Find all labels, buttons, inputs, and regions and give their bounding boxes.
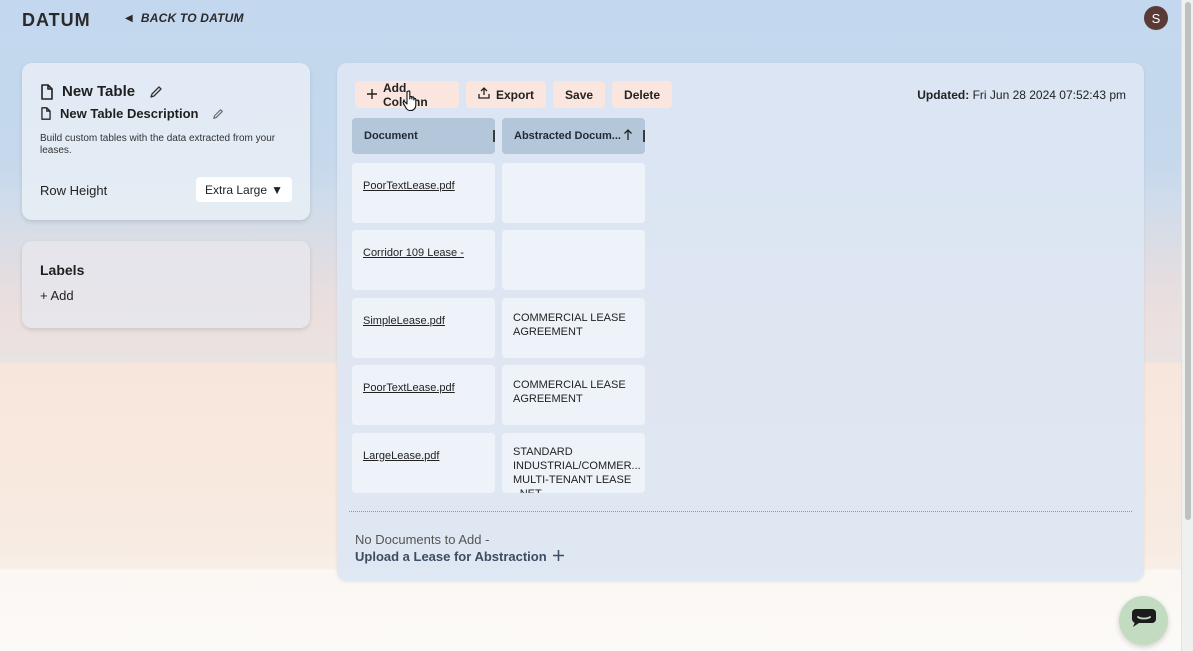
column-resize-handle[interactable] <box>493 130 495 142</box>
back-label: BACK TO DATUM <box>140 11 244 25</box>
row-height-value: Extra Large <box>205 182 268 197</box>
avatar[interactable]: S <box>1144 6 1168 30</box>
table-cell-document[interactable]: PoorTextLease.pdf <box>352 365 495 425</box>
row-height-select[interactable]: Extra Large ▼ <box>196 177 292 202</box>
edit-description-pencil-icon[interactable] <box>212 108 224 120</box>
abstracted-value: STANDARD INDUSTRIAL/COMMER... MULTI-TENA… <box>513 446 641 493</box>
table-cell-document[interactable]: PoorTextLease.pdf <box>352 163 495 223</box>
column-header-label: Abstracted Docum... <box>514 130 621 142</box>
document-link[interactable]: PoorTextLease.pdf <box>363 382 455 394</box>
chat-icon <box>1131 608 1157 633</box>
edit-title-pencil-icon[interactable] <box>149 85 163 99</box>
column-header-abstracted-document[interactable]: Abstracted Docum... <box>502 118 645 154</box>
column-resize-handle[interactable] <box>643 130 645 142</box>
abstracted-value: COMMERCIAL LEASE AGREEMENT <box>513 379 626 405</box>
abstracted-value: COMMERCIAL LEASE AGREEMENT <box>513 312 626 338</box>
document-icon <box>40 107 52 120</box>
table-cell-abstracted[interactable]: COMMERCIAL LEASE AGREEMENT <box>502 298 645 358</box>
upload-lease-label: Upload a Lease for Abstraction <box>355 549 547 564</box>
delete-label: Delete <box>624 87 661 102</box>
export-label: Export <box>496 87 535 102</box>
labels-title: Labels <box>40 262 85 278</box>
hand-cursor-icon <box>402 90 420 117</box>
document-link[interactable]: PoorTextLease.pdf <box>363 180 455 192</box>
export-button[interactable]: Export <box>466 81 547 108</box>
scrollbar-thumb[interactable] <box>1185 2 1191 520</box>
dropdown-caret-icon: ▼ <box>271 182 283 197</box>
document-link[interactable]: LargeLease.pdf <box>363 450 439 462</box>
table-cell-abstracted[interactable] <box>502 163 645 223</box>
table-cell-document[interactable]: SimpleLease.pdf <box>352 298 495 358</box>
table-info-card: New Table New Table Description Build cu… <box>22 63 310 220</box>
updated-label: Updated: <box>917 88 970 102</box>
table-cell-document[interactable]: Corridor 109 Lease - Signed.pdf <box>352 230 495 290</box>
document-link[interactable]: SimpleLease.pdf <box>363 315 445 327</box>
table-cell-abstracted[interactable] <box>502 230 645 290</box>
updated-value: Fri Jun 28 2024 07:52:43 pm <box>972 88 1126 102</box>
back-arrow-icon: ◀ <box>125 12 133 24</box>
document-link[interactable]: Corridor 109 Lease - Signed.pdf <box>363 232 484 290</box>
table-description-title: New Table Description <box>60 106 199 121</box>
table-cell-abstracted[interactable]: STANDARD INDUSTRIAL/COMMER... MULTI-TENA… <box>502 433 645 493</box>
upload-icon <box>478 87 490 102</box>
plus-icon <box>552 549 564 564</box>
back-to-datum-link[interactable]: ◀ BACK TO DATUM <box>125 11 244 25</box>
divider <box>349 511 1132 512</box>
document-icon <box>40 83 54 100</box>
page-scrollbar[interactable] <box>1181 0 1193 651</box>
table-title-row: New Table <box>40 83 163 100</box>
updated-timestamp: Updated: Fri Jun 28 2024 07:52:43 pm <box>917 88 1126 102</box>
datum-logo[interactable]: DATUM <box>22 10 91 31</box>
table-description-text: Build custom tables with the data extrac… <box>40 133 276 156</box>
column-header-label: Document <box>364 130 418 142</box>
table-cell-abstracted[interactable]: COMMERCIAL LEASE AGREEMENT <box>502 365 645 425</box>
plus-icon <box>367 88 377 102</box>
table-panel: Add Column Export Save Delete Updated: F… <box>337 63 1144 581</box>
table-cell-document[interactable]: LargeLease.pdf <box>352 433 495 493</box>
table-title: New Table <box>62 83 136 100</box>
add-label-button[interactable]: + Add <box>40 288 74 303</box>
save-label: Save <box>565 87 594 102</box>
row-height-label: Row Height <box>40 183 108 198</box>
column-header-document[interactable]: Document <box>352 118 495 154</box>
sort-ascending-icon[interactable] <box>623 129 633 144</box>
table-description-title-row: New Table Description <box>40 106 224 121</box>
labels-card: Labels + Add <box>22 241 310 328</box>
chat-widget-button[interactable] <box>1119 596 1168 645</box>
no-documents-text: No Documents to Add - <box>355 532 490 547</box>
save-button[interactable]: Save <box>553 81 606 108</box>
upload-lease-link[interactable]: Upload a Lease for Abstraction <box>355 549 564 564</box>
delete-button[interactable]: Delete <box>612 81 673 108</box>
